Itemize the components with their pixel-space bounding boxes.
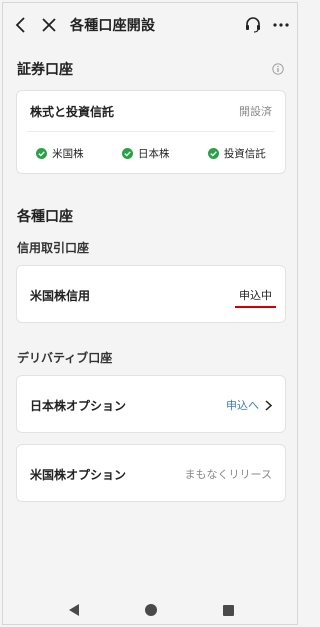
- jp-option-card[interactable]: 日本株オプション 申込へ: [16, 375, 286, 433]
- app-screen: 各種口座開設 証券口座 株式と投資信託 開設済 米国株 日本株 投資信託 各種口…: [2, 2, 298, 625]
- margin-account-title: 信用取引口座: [17, 241, 90, 255]
- check-circle-icon: [121, 148, 133, 159]
- market-label: 投資信託: [223, 148, 266, 160]
- divider: [27, 131, 275, 132]
- securities-account-card: 株式と投資信託 開設済 米国株 日本株 投資信託: [16, 90, 286, 174]
- home-circle-icon[interactable]: [145, 601, 157, 620]
- securities-card-label: 株式と投資信託: [30, 104, 115, 119]
- us-margin-card[interactable]: 米国株信用 申込中: [16, 265, 286, 323]
- check-circle-icon: [207, 148, 219, 159]
- check-circle-icon: [36, 148, 48, 159]
- accounts-section-title: 各種口座: [17, 209, 73, 225]
- more-icon[interactable]: [271, 15, 291, 35]
- jp-option-label: 日本株オプション: [30, 398, 127, 413]
- market-item: 日本株: [121, 146, 170, 161]
- market-label: 米国株: [52, 148, 84, 160]
- market-list: 米国株 日本株 投資信託: [17, 146, 285, 161]
- back-triangle-icon[interactable]: [69, 601, 80, 620]
- close-icon[interactable]: [39, 15, 59, 35]
- market-item: 投資信託: [207, 146, 266, 161]
- top-bar: 各種口座開設: [3, 3, 297, 47]
- recents-square-icon[interactable]: [223, 601, 234, 620]
- system-nav-bar: [3, 591, 297, 625]
- status-opened: 開設済: [239, 105, 272, 118]
- market-label: 日本株: [137, 148, 170, 160]
- us-option-label: 米国株オプション: [30, 467, 127, 482]
- securities-section-title: 証券口座: [17, 62, 73, 78]
- us-margin-label: 米国株信用: [30, 288, 91, 303]
- red-underline: [235, 306, 276, 308]
- apply-link[interactable]: 申込へ: [226, 397, 272, 413]
- status-applying-text: 申込中: [239, 289, 272, 302]
- chevron-right-icon: [265, 399, 272, 411]
- status-coming-soon: まもなくリリース: [184, 468, 272, 481]
- chevron-left-icon[interactable]: [11, 15, 31, 35]
- page-title: 各種口座開設: [70, 18, 156, 34]
- derivative-account-title: デリバティブ口座: [17, 351, 113, 365]
- market-item: 米国株: [36, 146, 84, 161]
- info-icon[interactable]: [272, 60, 284, 75]
- status-applying: 申込中: [235, 287, 276, 308]
- us-option-card: 米国株オプション まもなくリリース: [16, 444, 286, 502]
- apply-link-text: 申込へ: [226, 399, 259, 412]
- headset-icon[interactable]: [243, 15, 263, 35]
